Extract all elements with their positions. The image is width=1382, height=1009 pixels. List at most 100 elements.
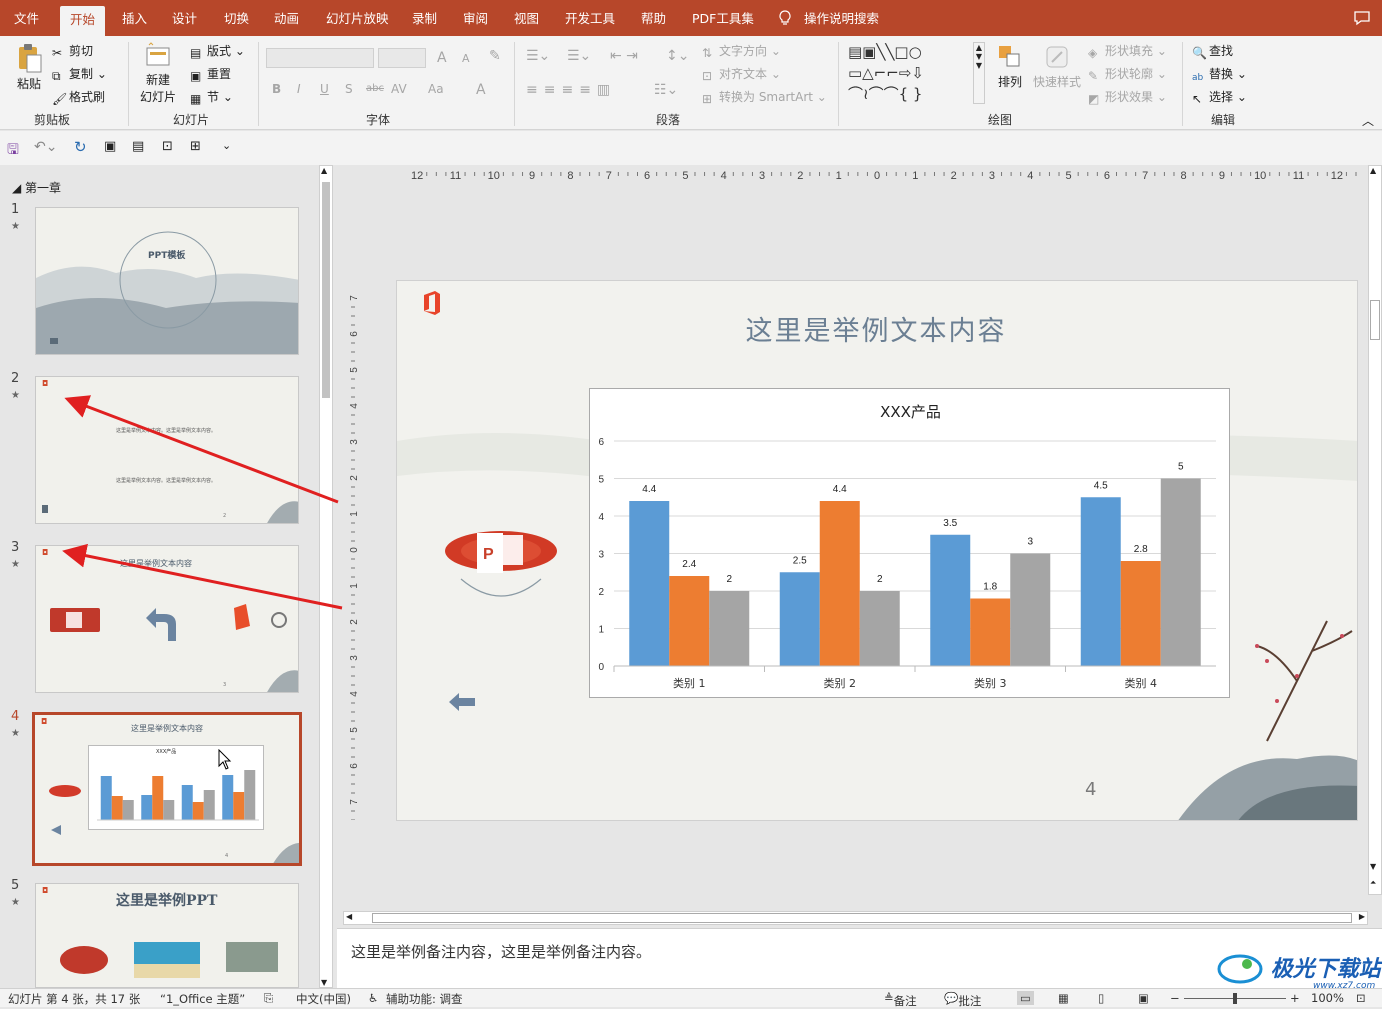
bar[interactable] (970, 598, 1011, 667)
layout-button[interactable]: ▤ 版式 ⌄ (190, 42, 245, 60)
tab-design[interactable]: 设计 (172, 0, 197, 36)
numbering-icon[interactable]: ☰⌄ (567, 48, 591, 64)
accessibility-status[interactable]: 辅助功能: 调查 (386, 991, 463, 1007)
new-slide-button[interactable]: 新建 幻灯片 (136, 42, 180, 105)
thumbnail-scrollbar[interactable]: ▲ ▼ (319, 165, 333, 988)
scroll-up-icon[interactable]: ▲ (321, 166, 327, 175)
shrink-font-button[interactable]: A (462, 52, 470, 65)
tab-record[interactable]: 录制 (412, 0, 437, 36)
bullets-icon[interactable]: ☰⌄ (526, 48, 550, 64)
normal-view-icon[interactable]: ▭ (1017, 991, 1034, 1005)
bar[interactable] (629, 501, 670, 666)
scrollbar-thumb[interactable] (372, 913, 1352, 923)
bar[interactable] (819, 501, 860, 666)
align-icons[interactable]: ≡≡≡≡▥ (526, 82, 616, 98)
shape-effects-button[interactable]: ◩ 形状效果 ⌄ (1088, 88, 1167, 106)
font-name-box[interactable] (266, 48, 374, 68)
tell-me-search[interactable]: 操作说明搜索 (804, 0, 879, 36)
notes-button[interactable]: ≜ 备注 (884, 991, 917, 1008)
bar[interactable] (930, 534, 971, 666)
tab-developer[interactable]: 开发工具 (565, 0, 615, 36)
format-painter-button[interactable]: 🖌 格式刷 (52, 88, 105, 106)
tab-insert[interactable]: 插入 (122, 0, 147, 36)
present-icon[interactable]: ⊡ (162, 139, 173, 154)
font-color-button[interactable]: A (476, 82, 486, 98)
strikethrough-button[interactable]: abc (366, 83, 384, 94)
editor-vertical-scrollbar[interactable]: ▲ ▼ ⏶ (1368, 165, 1382, 895)
copy-button[interactable]: ⧉ 复制 ⌄ (52, 65, 107, 83)
presenter-icon[interactable]: ⊞ (190, 139, 201, 154)
reading-view-icon[interactable]: ▯ (1098, 991, 1104, 1005)
chart-container[interactable]: XXX产品 0 1 2 3 4 5 6 4.4 2.4 2 类别 1 2.5 4.4 2 类别 2 3.5 1.… (589, 388, 1230, 698)
notes-text[interactable]: 这里是举例备注内容，这里是举例备注内容。 (351, 941, 651, 962)
notes-pane[interactable]: 这里是举例备注内容，这里是举例备注内容。 极光下载站 www.xz7.com (337, 928, 1382, 991)
slide-thumbnail-1[interactable]: PPT模板 (35, 207, 299, 355)
grow-font-button[interactable]: A (437, 50, 447, 66)
slide-sorter-icon[interactable]: ▦ (1058, 991, 1069, 1005)
zoom-out-icon[interactable]: − (1170, 991, 1180, 1005)
clear-format-icon[interactable]: ✎ (489, 48, 501, 64)
zoom-level[interactable]: 100% (1311, 991, 1344, 1005)
tab-file[interactable]: 文件 (14, 0, 39, 36)
shapes-gallery[interactable]: ▤▣╲╲□○ ▭△⌐⌐⇨⇩ ⌒≀⌒⌒{ } (848, 42, 972, 104)
section-button[interactable]: ▦ 节 ⌄ (190, 88, 233, 106)
cut-button[interactable]: ✂ 剪切 (52, 42, 93, 60)
font-size-box[interactable] (378, 48, 426, 68)
slideshow-view-icon[interactable]: ▣ (1138, 991, 1149, 1005)
bar[interactable] (1010, 553, 1051, 667)
comments-icon[interactable] (1353, 0, 1371, 36)
scrollbar-thumb[interactable] (1370, 300, 1380, 340)
slide-title[interactable]: 这里是举例文本内容 (746, 316, 1007, 347)
select-button[interactable]: ↖ 选择 ⌄ (1192, 88, 1247, 106)
text-direction-button[interactable]: ⇅ 文字方向 ⌄ (702, 42, 781, 60)
quick-styles-button[interactable]: 快速样式 (1032, 44, 1082, 90)
comments-button[interactable]: 💬 批注 (944, 991, 981, 1008)
indent-icons[interactable]: ⇤ ⇥ (610, 48, 638, 64)
section-header[interactable]: ◢ 第一章 (12, 179, 61, 196)
scroll-down-icon[interactable]: ▼ (321, 978, 327, 987)
layout-quick-icon[interactable]: ▤ (132, 139, 144, 154)
zoom-slider-thumb[interactable] (1233, 993, 1237, 1004)
line-spacing-icon[interactable]: ↕⌄ (666, 48, 689, 64)
bar[interactable] (669, 576, 710, 666)
bar[interactable] (1120, 561, 1161, 666)
bar[interactable] (1160, 478, 1201, 667)
scroll-right-icon[interactable]: ▶ (1359, 912, 1365, 921)
tab-transitions[interactable]: 切换 (224, 0, 249, 36)
tab-pdf-tools[interactable]: PDF工具集 (692, 0, 754, 36)
shape-fill-button[interactable]: ◈ 形状填充 ⌄ (1088, 42, 1167, 60)
prev-slide-icon[interactable]: ⏶ (1370, 878, 1376, 888)
scroll-up-icon[interactable]: ▲ (1370, 166, 1376, 175)
save-icon[interactable]: 🖫 (7, 139, 19, 163)
bar[interactable] (859, 591, 900, 666)
scroll-left-icon[interactable]: ◀ (346, 912, 352, 921)
change-case-button[interactable]: Aa (428, 82, 444, 96)
bar[interactable] (709, 591, 750, 666)
shadow-button[interactable]: S (345, 82, 353, 96)
shape-outline-button[interactable]: ✎ 形状轮廓 ⌄ (1088, 65, 1167, 83)
editor-horizontal-scrollbar[interactable]: ◀ ▶ (343, 911, 1368, 925)
slideshow-icon[interactable]: ▣ (104, 139, 116, 154)
tab-view[interactable]: 视图 (514, 0, 539, 36)
replace-button[interactable]: ab 替换 ⌄ (1192, 65, 1247, 87)
slide-thumbnail-5[interactable]: ◘ 这里是举例PPT (35, 883, 299, 988)
tab-review[interactable]: 审阅 (463, 0, 488, 36)
customize-qat-icon[interactable]: ⌄ (222, 139, 231, 152)
slide-thumbnail-3[interactable]: ◘ 这里是举例文本内容 3 (35, 545, 299, 693)
tab-home[interactable]: 开始 (60, 6, 106, 36)
back-arrow-icon[interactable] (447, 691, 477, 713)
align-text-button[interactable]: ⊡ 对齐文本 ⌄ (702, 65, 781, 83)
accessibility-icon[interactable]: ♿ (368, 991, 378, 1005)
collapse-ribbon-icon[interactable]: ︿ (1362, 112, 1374, 129)
bar[interactable] (779, 572, 820, 666)
zoom-in-icon[interactable]: + (1290, 991, 1300, 1005)
slide-thumbnail-4-selected[interactable]: ◘ 这里是举例文本内容 XXX产品 4 (32, 712, 302, 866)
bold-button[interactable]: B (272, 82, 281, 96)
undo-icon[interactable]: ↶⌄ (34, 139, 57, 155)
bar[interactable] (1080, 497, 1121, 666)
paste-button[interactable]: 粘贴 (12, 42, 46, 92)
smartart-button[interactable]: ⊞ 转换为 SmartArt ⌄ (702, 88, 827, 106)
char-spacing-button[interactable]: AV (391, 82, 407, 96)
fit-slide-icon[interactable]: ⊡ (1356, 991, 1366, 1005)
spellcheck-icon[interactable]: ⎘ (264, 991, 273, 1006)
